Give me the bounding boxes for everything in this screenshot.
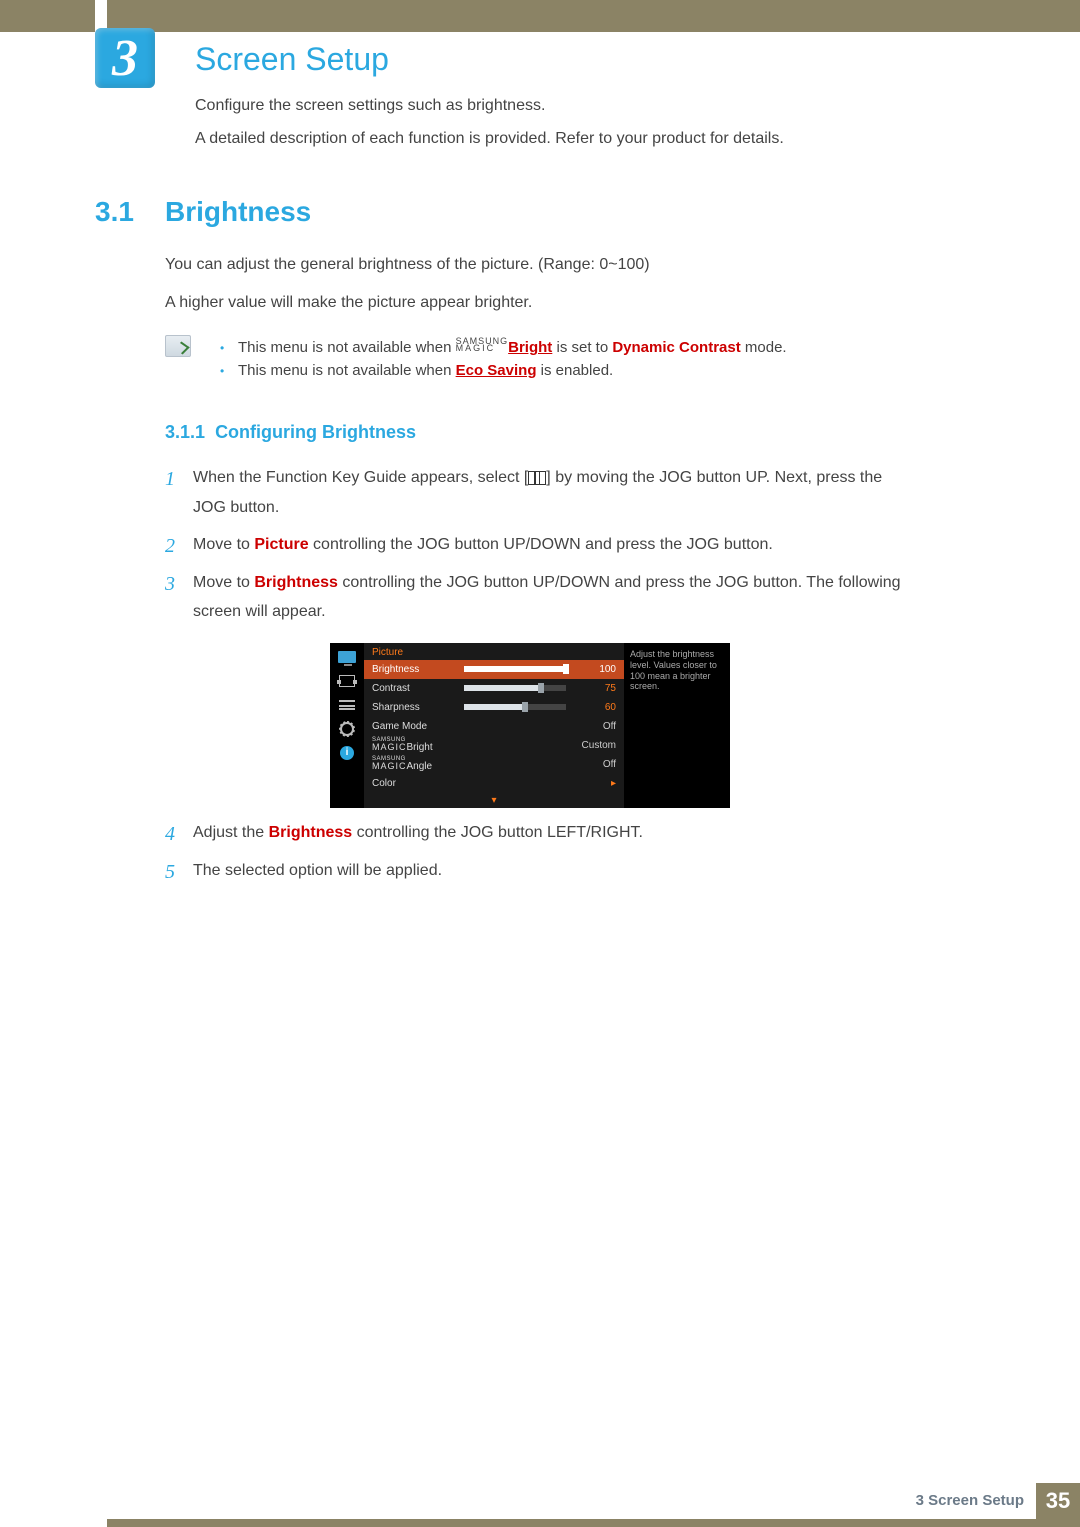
note-list: This menu is not available when SAMSUNGM… (220, 333, 960, 385)
step-4: 4 Adjust the Brightness controlling the … (165, 818, 905, 848)
osd-row: Color▸ (364, 774, 624, 793)
gear-icon (337, 721, 357, 737)
note-item-2: This menu is not available when Eco Savi… (220, 362, 960, 379)
intro-text-1: Configure the screen settings such as br… (195, 97, 545, 115)
osd-menu: Picture Brightness100Contrast75Sharpness… (364, 643, 624, 808)
intro-text-2: A detailed description of each function … (195, 130, 784, 148)
step-1: 1 When the Function Key Guide appears, s… (165, 463, 905, 522)
frame-icon (337, 673, 357, 689)
monitor-icon (337, 649, 357, 665)
osd-row: Game ModeOff (364, 717, 624, 736)
info-icon: i (337, 745, 357, 761)
body-paragraph-1: You can adjust the general brightness of… (165, 256, 650, 274)
step-5: 5 The selected option will be applied. (165, 856, 905, 886)
section-title: Brightness (165, 196, 311, 228)
subsection-heading: 3.1.1 Configuring Brightness (165, 422, 416, 443)
eco-saving-link[interactable]: Eco Saving (456, 362, 537, 379)
section-number: 3.1 (95, 196, 134, 228)
osd-preview: i Picture Brightness100Contrast75Sharpne… (330, 643, 730, 808)
osd-row: SAMSUNGMAGICBrightCustom (364, 736, 624, 755)
osd-sidebar: i (330, 643, 364, 808)
menu-icon (528, 471, 546, 485)
chapter-title: Screen Setup (195, 41, 389, 78)
step-2: 2 Move to Picture controlling the JOG bu… (165, 530, 905, 560)
osd-row: Brightness100 (364, 660, 624, 679)
footer-breadcrumb: 3 Screen Setup (916, 1492, 1024, 1509)
osd-row: SAMSUNGMAGICAngleOff (364, 755, 624, 774)
chapter-number: 3 (112, 29, 138, 88)
osd-down-arrow: ▾ (364, 793, 624, 808)
footer-decor-bar (95, 1519, 1080, 1527)
top-decor-bar (0, 0, 1080, 32)
osd-description: Adjust the brightness level. Values clos… (624, 643, 730, 808)
note-icon (165, 335, 191, 357)
dynamic-contrast-term: Dynamic Contrast (612, 339, 740, 356)
body-paragraph-2: A higher value will make the picture app… (165, 294, 532, 312)
list-icon (337, 697, 357, 713)
steps-list: 1 When the Function Key Guide appears, s… (165, 455, 905, 893)
osd-header: Picture (364, 643, 624, 660)
chapter-badge: 3 (95, 28, 155, 88)
note-item-1: This menu is not available when SAMSUNGM… (220, 339, 960, 356)
magic-bright-link[interactable]: Bright (508, 339, 552, 356)
step-3: 3 Move to Brightness controlling the JOG… (165, 568, 905, 627)
osd-row: Contrast75 (364, 679, 624, 698)
osd-row: Sharpness60 (364, 698, 624, 717)
page-number: 35 (1036, 1483, 1080, 1519)
